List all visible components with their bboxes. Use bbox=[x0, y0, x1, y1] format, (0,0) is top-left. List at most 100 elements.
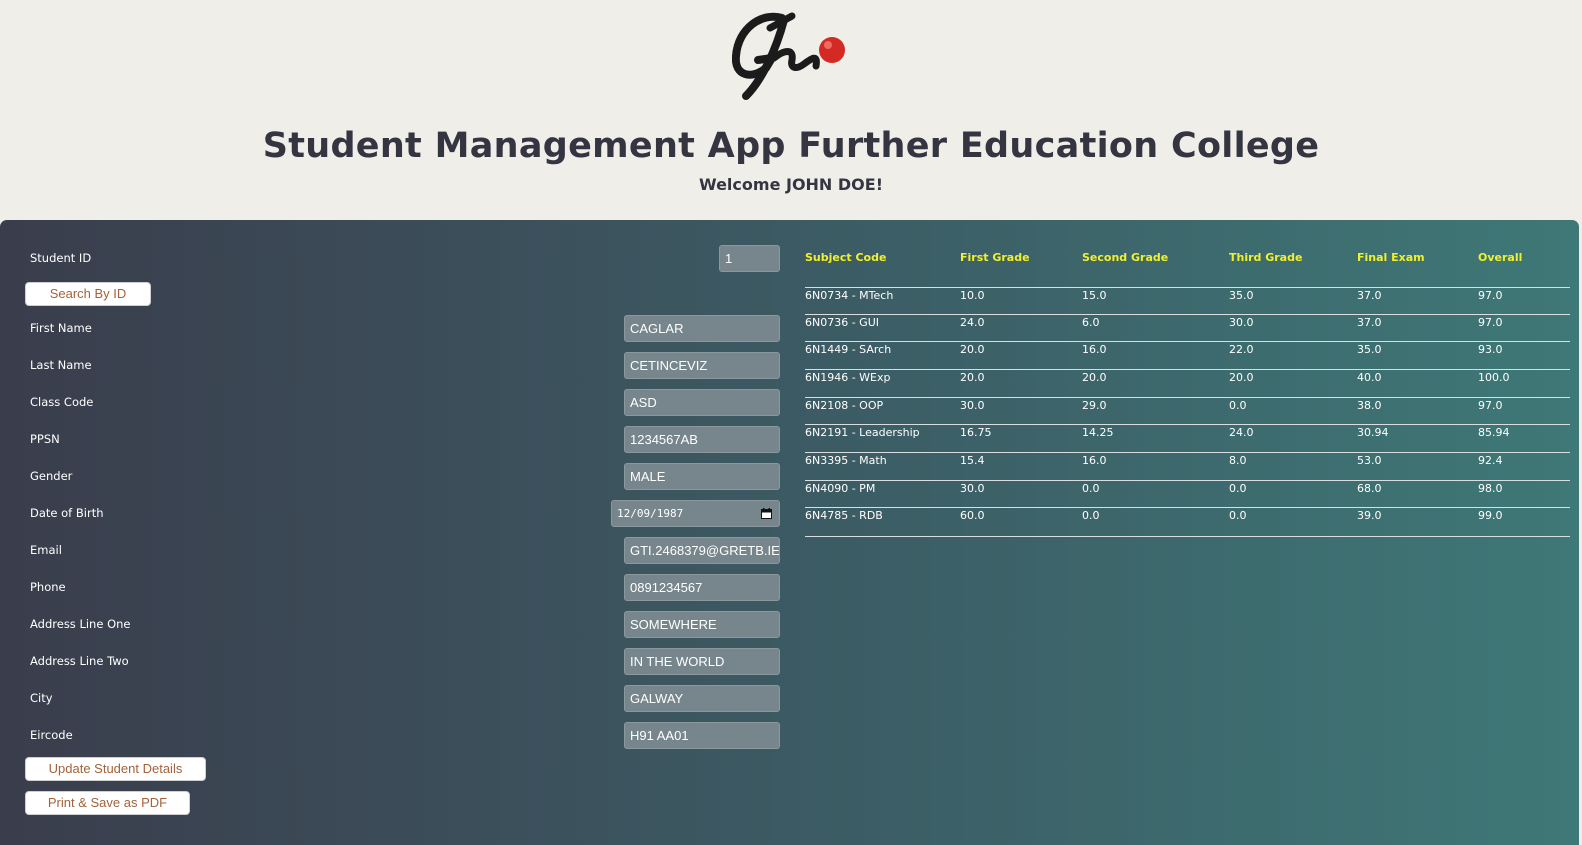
column-header-overall: Overall bbox=[1478, 251, 1523, 264]
cell-final-exam: 53.0 bbox=[1357, 454, 1382, 467]
date-of-birth-input[interactable]: 12/09/1987 bbox=[611, 500, 780, 527]
cell-second-grade: 14.25 bbox=[1082, 426, 1114, 439]
column-header-final-exam: Final Exam bbox=[1357, 251, 1425, 264]
cell-final-exam: 39.0 bbox=[1357, 509, 1382, 522]
cell-first-grade: 15.4 bbox=[960, 454, 985, 467]
cell-second-grade: 16.0 bbox=[1082, 343, 1107, 356]
table-row: 6N4090 - PM 30.0 0.0 0.0 68.0 98.0 bbox=[805, 480, 1570, 508]
cell-subject: 6N4090 - PM bbox=[805, 482, 876, 495]
student-id-label: Student ID bbox=[30, 251, 92, 265]
column-header-subject-code: Subject Code bbox=[805, 251, 887, 264]
cell-third-grade: 30.0 bbox=[1229, 316, 1254, 329]
welcome-message: Welcome JOHN DOE! bbox=[699, 175, 883, 194]
column-header-first-grade: First Grade bbox=[960, 251, 1030, 264]
search-by-id-button[interactable]: Search By ID bbox=[25, 282, 151, 306]
email-input[interactable]: GTI.2468379@GRETB.IE bbox=[624, 537, 780, 564]
cell-first-grade: 30.0 bbox=[960, 399, 985, 412]
cell-overall: 97.0 bbox=[1478, 316, 1503, 329]
cell-overall: 92.4 bbox=[1478, 454, 1503, 467]
cell-overall: 98.0 bbox=[1478, 482, 1503, 495]
cell-subject: 6N2108 - OOP bbox=[805, 399, 884, 412]
cell-first-grade: 60.0 bbox=[960, 509, 985, 522]
cell-third-grade: 0.0 bbox=[1229, 482, 1247, 495]
cell-second-grade: 0.0 bbox=[1082, 509, 1100, 522]
cell-second-grade: 29.0 bbox=[1082, 399, 1107, 412]
last-name-input[interactable]: CETINCEVIZ bbox=[624, 352, 780, 379]
student-id-input[interactable]: 1 bbox=[719, 245, 780, 272]
class-code-input[interactable]: ASD bbox=[624, 389, 780, 416]
cell-first-grade: 20.0 bbox=[960, 371, 985, 384]
first-name-label: First Name bbox=[30, 321, 92, 335]
print-save-pdf-button[interactable]: Print & Save as PDF bbox=[25, 791, 190, 815]
cell-third-grade: 20.0 bbox=[1229, 371, 1254, 384]
cell-final-exam: 40.0 bbox=[1357, 371, 1382, 384]
address-line-one-label: Address Line One bbox=[30, 617, 131, 631]
cell-subject: 6N2191 - Leadership bbox=[805, 426, 920, 439]
table-bottom-border bbox=[805, 536, 1570, 537]
gender-label: Gender bbox=[30, 469, 73, 483]
table-row: 6N0734 - MTech 10.0 15.0 35.0 37.0 97.0 bbox=[805, 287, 1570, 315]
cell-first-grade: 30.0 bbox=[960, 482, 985, 495]
table-row: 6N2191 - Leadership 16.75 14.25 24.0 30.… bbox=[805, 424, 1570, 452]
eircode-input[interactable]: H91 AA01 bbox=[624, 722, 780, 749]
cell-first-grade: 24.0 bbox=[960, 316, 985, 329]
address-line-one-input[interactable]: SOMEWHERE bbox=[624, 611, 780, 638]
calendar-icon[interactable] bbox=[761, 508, 772, 519]
table-row: 6N4785 - RDB 60.0 0.0 0.0 39.0 99.0 bbox=[805, 507, 1570, 535]
cell-third-grade: 8.0 bbox=[1229, 454, 1247, 467]
cell-final-exam: 37.0 bbox=[1357, 316, 1382, 329]
cell-third-grade: 22.0 bbox=[1229, 343, 1254, 356]
gti-logo bbox=[732, 12, 845, 100]
cell-subject: 6N1449 - SArch bbox=[805, 343, 892, 356]
email-label: Email bbox=[30, 543, 62, 557]
cell-second-grade: 20.0 bbox=[1082, 371, 1107, 384]
first-name-input[interactable]: CAGLAR bbox=[624, 315, 780, 342]
cell-third-grade: 24.0 bbox=[1229, 426, 1254, 439]
cell-overall: 100.0 bbox=[1478, 371, 1510, 384]
cell-subject: 6N1946 - WExp bbox=[805, 371, 891, 384]
cell-third-grade: 0.0 bbox=[1229, 509, 1247, 522]
ppsn-label: PPSN bbox=[30, 432, 60, 446]
table-row: 6N1946 - WExp 20.0 20.0 20.0 40.0 100.0 bbox=[805, 369, 1570, 397]
cell-subject: 6N0734 - MTech bbox=[805, 289, 894, 302]
cell-subject: 6N3395 - Math bbox=[805, 454, 887, 467]
city-label: City bbox=[30, 691, 53, 705]
cell-subject: 6N4785 - RDB bbox=[805, 509, 883, 522]
cell-third-grade: 35.0 bbox=[1229, 289, 1254, 302]
cell-final-exam: 38.0 bbox=[1357, 399, 1382, 412]
cell-final-exam: 30.94 bbox=[1357, 426, 1389, 439]
cell-first-grade: 16.75 bbox=[960, 426, 992, 439]
cell-overall: 85.94 bbox=[1478, 426, 1510, 439]
table-row: 6N0736 - GUI 24.0 6.0 30.0 37.0 97.0 bbox=[805, 314, 1570, 342]
update-student-details-button[interactable]: Update Student Details bbox=[25, 757, 206, 781]
cell-first-grade: 20.0 bbox=[960, 343, 985, 356]
cell-final-exam: 37.0 bbox=[1357, 289, 1382, 302]
cell-first-grade: 10.0 bbox=[960, 289, 985, 302]
table-row: 6N2108 - OOP 30.0 29.0 0.0 38.0 97.0 bbox=[805, 397, 1570, 425]
cell-second-grade: 0.0 bbox=[1082, 482, 1100, 495]
cell-final-exam: 68.0 bbox=[1357, 482, 1382, 495]
class-code-label: Class Code bbox=[30, 395, 94, 409]
cell-third-grade: 0.0 bbox=[1229, 399, 1247, 412]
city-input[interactable]: GALWAY bbox=[624, 685, 780, 712]
cell-overall: 99.0 bbox=[1478, 509, 1503, 522]
student-panel: Student ID 1 Search By ID First Name CAG… bbox=[0, 220, 1579, 845]
cell-overall: 97.0 bbox=[1478, 289, 1503, 302]
phone-input[interactable]: 0891234567 bbox=[624, 574, 780, 601]
cell-second-grade: 6.0 bbox=[1082, 316, 1100, 329]
cell-overall: 93.0 bbox=[1478, 343, 1503, 356]
address-line-two-input[interactable]: IN THE WORLD bbox=[624, 648, 780, 675]
cell-final-exam: 35.0 bbox=[1357, 343, 1382, 356]
phone-label: Phone bbox=[30, 580, 66, 594]
address-line-two-label: Address Line Two bbox=[30, 654, 129, 668]
gender-input[interactable]: MALE bbox=[624, 463, 780, 490]
eircode-label: Eircode bbox=[30, 728, 73, 742]
date-of-birth-label: Date of Birth bbox=[30, 506, 104, 520]
ppsn-input[interactable]: 1234567AB bbox=[624, 426, 780, 453]
cell-second-grade: 15.0 bbox=[1082, 289, 1107, 302]
table-row: 6N3395 - Math 15.4 16.0 8.0 53.0 92.4 bbox=[805, 452, 1570, 480]
table-row: 6N1449 - SArch 20.0 16.0 22.0 35.0 93.0 bbox=[805, 341, 1570, 369]
cell-subject: 6N0736 - GUI bbox=[805, 316, 880, 329]
date-of-birth-value: 12/09/1987 bbox=[617, 507, 684, 520]
page-title: Student Management App Further Education… bbox=[262, 126, 1320, 166]
